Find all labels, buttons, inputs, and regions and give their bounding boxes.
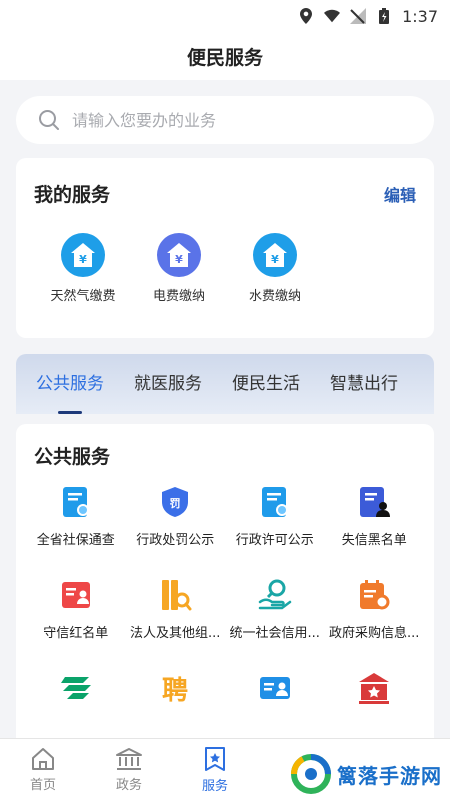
redlist-icon xyxy=(61,582,90,608)
tab-smart-travel[interactable]: 智慧出行 xyxy=(330,354,398,414)
status-time: 1:37 xyxy=(402,6,438,26)
nav-government[interactable]: 政务 xyxy=(86,739,172,800)
service-label: 守信红名单 xyxy=(43,626,109,641)
status-bar: 1:37 xyxy=(0,0,450,32)
svg-text:¥: ¥ xyxy=(79,253,87,266)
my-service-water-bill[interactable]: ¥ 水费缴纳 xyxy=(234,233,316,304)
service-label: 政府采购信息... xyxy=(329,626,420,641)
postal-icon xyxy=(60,677,91,699)
search-icon xyxy=(39,110,59,130)
public-services-title: 公共服务 xyxy=(34,446,111,468)
government-icon xyxy=(116,747,142,770)
blacklist-icon xyxy=(360,487,391,517)
svg-text:罚: 罚 xyxy=(170,497,181,510)
svg-text:¥: ¥ xyxy=(175,253,183,266)
gas-bill-icon: ¥ xyxy=(61,233,105,277)
my-service-gas-bill[interactable]: ¥ 天然气缴费 xyxy=(42,233,124,304)
service-label: 行政许可公示 xyxy=(235,533,314,548)
service-social-security[interactable]: 全省社保通查 xyxy=(26,485,126,548)
search-input[interactable] xyxy=(72,110,372,130)
service-postal[interactable] xyxy=(26,671,126,715)
service-admin-permit[interactable]: 行政许可公示 xyxy=(225,485,325,548)
service-label: 行政处罚公示 xyxy=(136,533,215,548)
location-icon xyxy=(298,8,314,24)
service-icon xyxy=(205,746,225,771)
nav-label: 服务 xyxy=(201,778,228,794)
service-id-card[interactable] xyxy=(225,671,325,715)
my-service-label: 天然气缴费 xyxy=(50,289,116,304)
home-icon xyxy=(32,747,54,770)
social-security-icon xyxy=(62,487,89,517)
edit-button[interactable]: 编辑 xyxy=(384,182,416,206)
my-service-label: 水费缴纳 xyxy=(248,289,301,304)
institution-icon xyxy=(359,673,390,704)
penalty-shield-icon: 罚 xyxy=(162,487,189,517)
service-redlist[interactable]: 守信红名单 xyxy=(26,578,126,641)
service-procurement[interactable]: 政府采购信息... xyxy=(325,578,425,641)
water-bill-icon: ¥ xyxy=(253,233,297,277)
service-blacklist[interactable]: 失信黑名单 xyxy=(325,485,425,548)
svg-text:¥: ¥ xyxy=(271,253,279,266)
tab-medical-services[interactable]: 就医服务 xyxy=(134,354,202,414)
category-tabs: 公共服务 就医服务 便民生活 智慧出行 xyxy=(16,354,434,414)
service-institution[interactable] xyxy=(325,671,425,715)
tab-convenience-life[interactable]: 便民生活 xyxy=(232,354,300,414)
nav-label: 政务 xyxy=(115,777,142,793)
service-label: 统一社会信用... xyxy=(229,626,320,641)
service-label: 失信黑名单 xyxy=(341,533,407,548)
public-services-card: 公共服务 全省社保通查 罚 行政处罚公示 行政许可公示 失信黑名单 守信红名单 … xyxy=(16,424,434,754)
recruit-icon: 聘 xyxy=(162,676,188,705)
watermark-logo-icon xyxy=(291,754,331,794)
service-credit-code[interactable]: 统一社会信用... xyxy=(225,578,325,641)
service-legal-person[interactable]: 法人及其他组... xyxy=(126,578,226,641)
service-label: 法人及其他组... xyxy=(130,626,221,641)
my-service-electric-bill[interactable]: ¥ 电费缴纳 xyxy=(138,233,220,304)
nav-home[interactable]: 首页 xyxy=(0,739,86,800)
my-services-card: 我的服务 编辑 ¥ 天然气缴费 ¥ 电费缴纳 ¥ 水费缴纳 xyxy=(16,158,434,338)
watermark-text: 篱落手游网 xyxy=(337,763,442,788)
electric-bill-icon: ¥ xyxy=(157,233,201,277)
no-signal-icon xyxy=(350,8,367,24)
my-service-label: 电费缴纳 xyxy=(152,289,205,304)
credit-code-icon xyxy=(258,579,291,610)
nav-service[interactable]: 服务 xyxy=(172,739,258,800)
service-label: 全省社保通查 xyxy=(36,533,115,548)
svg-text:聘: 聘 xyxy=(162,676,188,705)
battery-icon xyxy=(376,8,392,24)
my-services-title: 我的服务 xyxy=(34,184,111,206)
nav-label: 首页 xyxy=(29,777,56,793)
legal-person-icon xyxy=(162,580,192,611)
procurement-icon xyxy=(360,580,390,610)
search-area xyxy=(0,80,450,158)
permit-icon xyxy=(261,487,288,517)
service-admin-penalty[interactable]: 罚 行政处罚公示 xyxy=(126,485,226,548)
tab-public-services[interactable]: 公共服务 xyxy=(36,354,104,414)
search-bar[interactable] xyxy=(16,96,434,144)
service-recruit[interactable]: 聘 xyxy=(126,671,226,715)
id-card-icon xyxy=(259,677,290,699)
page-title: 便民服务 xyxy=(0,32,450,80)
watermark: 篱落手游网 xyxy=(291,754,442,794)
wifi-icon xyxy=(324,8,341,24)
